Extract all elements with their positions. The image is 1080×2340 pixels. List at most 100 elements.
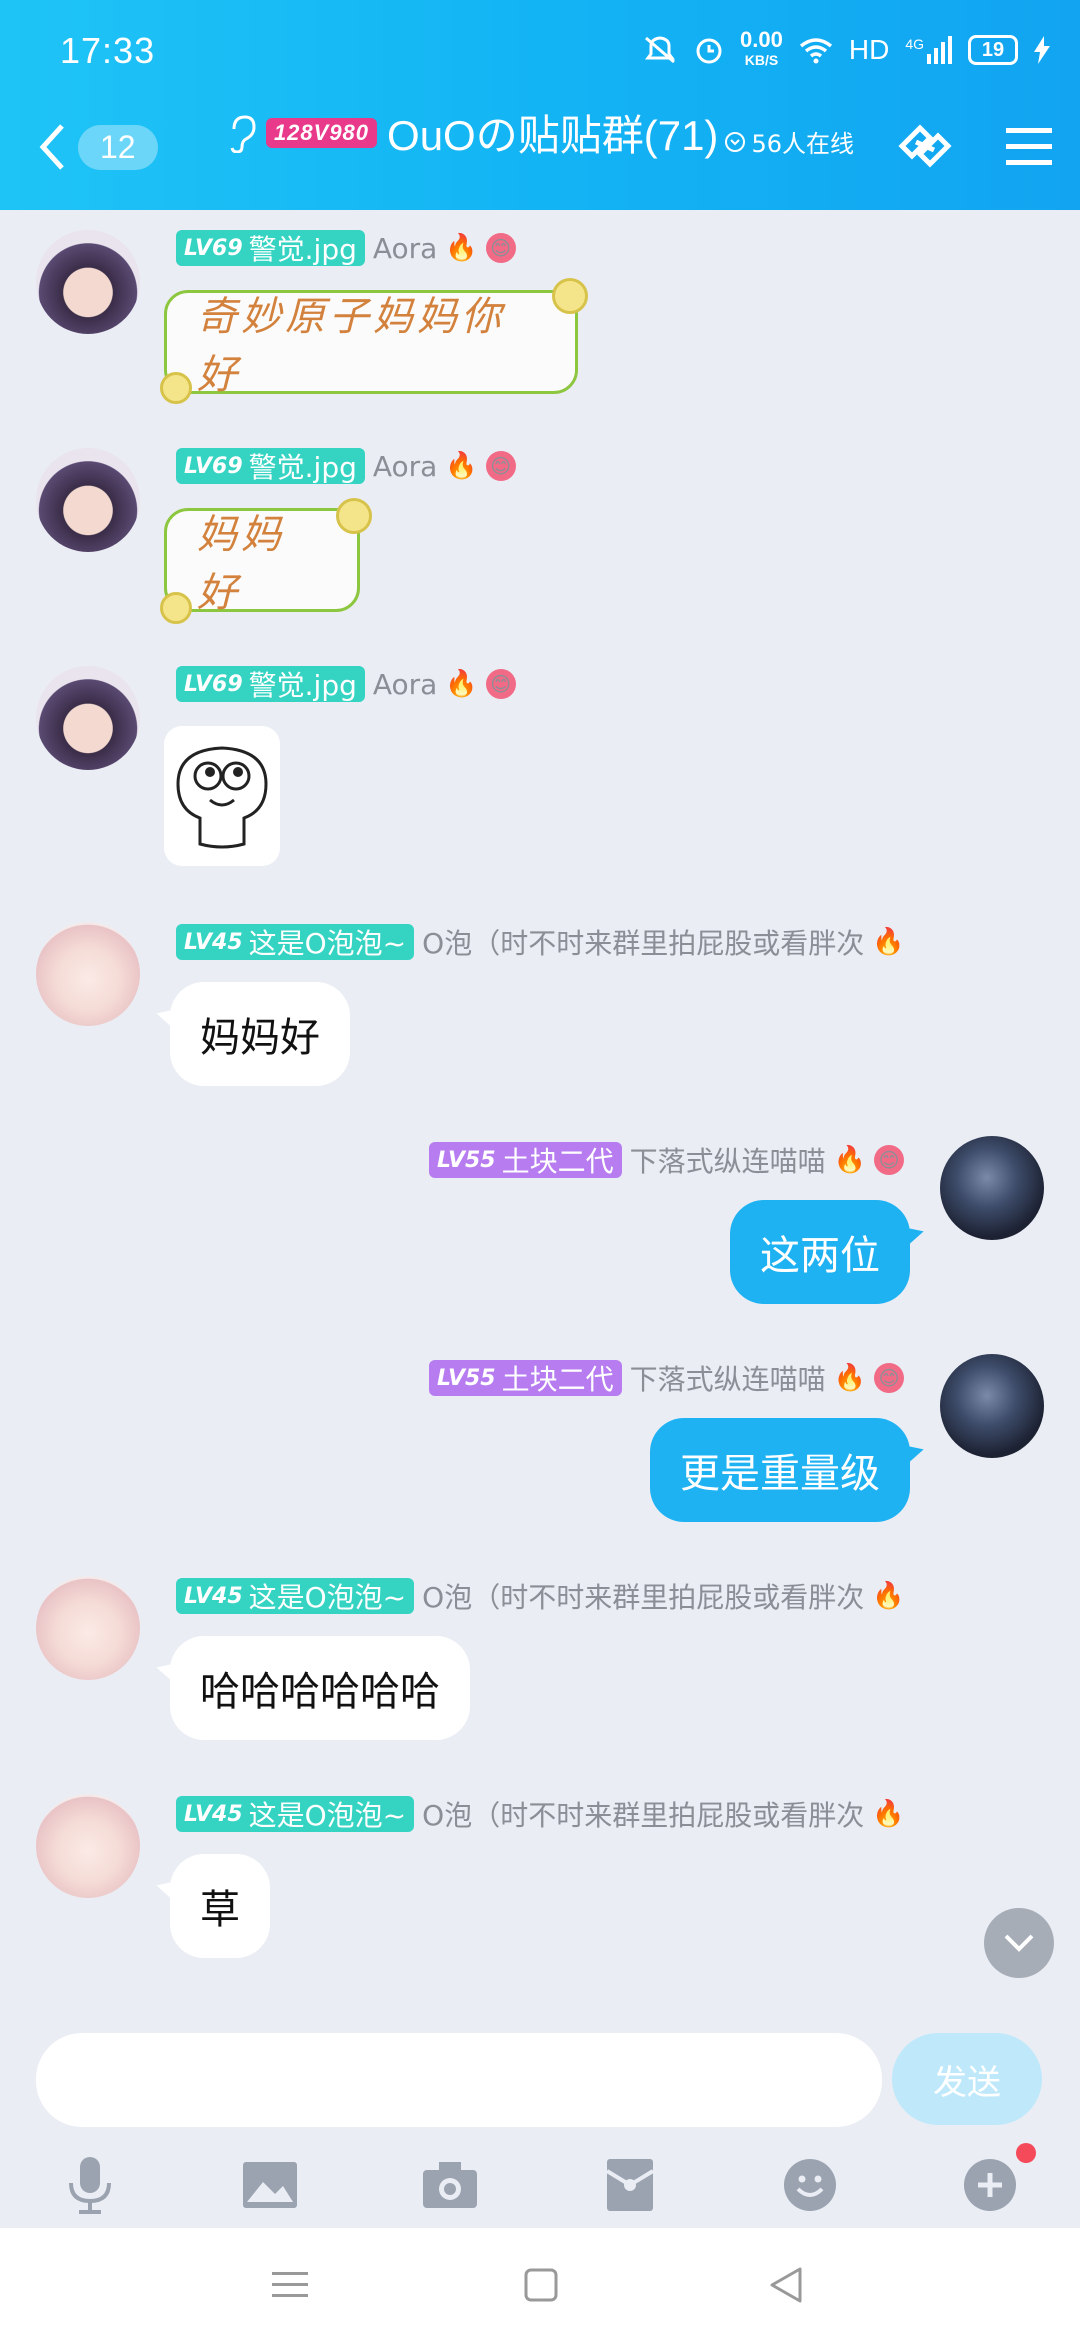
battery-icon: 19 (968, 35, 1018, 65)
flower-decoration-icon (336, 498, 372, 534)
fire-icon: 🔥 (872, 1799, 905, 1829)
level-badge: LV45 这是O泡泡~ (176, 1578, 415, 1614)
hd-indicator: HD (848, 34, 890, 65)
red-packet-icon (605, 2159, 655, 2211)
avatar[interactable] (36, 448, 140, 552)
microphone-icon (69, 2157, 111, 2214)
avatar[interactable] (940, 1136, 1044, 1240)
sender-name: O泡（时不时来群里拍屁股或看胖次 (422, 1581, 865, 1614)
game-link-icon[interactable] (894, 118, 956, 174)
sender-meta: LV69 警觉.jpg Aora 🔥 😊 (176, 448, 516, 484)
message-item: LV69 警觉.jpg Aora 🔥 😊 妈妈好 (0, 438, 1080, 628)
sender-name: O泡（时不时来群里拍屁股或看胖次 (422, 927, 865, 960)
sender-name: Aora (372, 667, 438, 701)
camera-button[interactable] (410, 2145, 490, 2225)
sender-name: Aora (372, 449, 438, 483)
avatar[interactable] (36, 922, 140, 1026)
avatar[interactable] (36, 1794, 140, 1898)
sender-name: 下落式纵连喵喵 (629, 1363, 826, 1396)
emoji-badge-icon: 😊 (485, 669, 516, 699)
wifi-icon (799, 38, 832, 64)
alarm-icon (696, 38, 722, 64)
message-input[interactable] (36, 2033, 882, 2127)
sender-name: Aora (372, 231, 438, 265)
avatar[interactable] (36, 230, 140, 334)
mute-vibrate-icon (645, 36, 676, 64)
nav-bar: 12 128V980 OuOの贴贴群(71) 56人在线 (0, 100, 1080, 210)
sender-meta: LV69 警觉.jpg Aora 🔥 😊 (176, 666, 516, 702)
flower-decoration-icon (160, 592, 192, 624)
emoji-badge-icon: 😊 (874, 1363, 904, 1393)
message-bubble[interactable]: 奇妙原子妈妈你好 (164, 290, 578, 398)
message-bubble[interactable]: 哈哈哈哈哈哈 (170, 1636, 470, 1740)
sender-meta: LV45 这是O泡泡~ O泡（时不时来群里拍屁股或看胖次 🔥 (176, 922, 905, 962)
sender-meta: LV45 这是O泡泡~ O泡（时不时来群里拍屁股或看胖次 🔥 (176, 1794, 905, 1834)
fire-icon: 🔥 (872, 927, 905, 957)
input-toolbar (0, 2143, 1080, 2225)
message-item-self: LV55 土块二代 下落式纵连喵喵 🔥 😊 更是重量级 (0, 1348, 1080, 1538)
image-icon (243, 2162, 297, 2208)
level-badge: LV45 这是O泡泡~ (176, 1796, 415, 1832)
level-badge: LV55 土块二代 (428, 1142, 622, 1178)
chat-header: 17:33 0.00 KB/S HD 4G 19 12 128V980 OuOの贴… (0, 0, 1080, 210)
avatar[interactable] (940, 1354, 1044, 1458)
sender-name: O泡（时不时来群里拍屁股或看胖次 (422, 1799, 865, 1832)
level-badge: LV69 警觉.jpg (176, 666, 365, 702)
system-navigation-bar (0, 2228, 1080, 2340)
recents-menu-icon[interactable] (272, 2270, 308, 2300)
fire-icon: 🔥 (445, 451, 478, 481)
more-button[interactable] (950, 2143, 1036, 2225)
header-actions (894, 118, 1052, 174)
fire-icon: 🔥 (833, 1363, 866, 1393)
status-time: 17:33 (60, 30, 156, 71)
sender-meta: LV45 这是O泡泡~ O泡（时不时来群里拍屁股或看胖次 🔥 (176, 1576, 905, 1616)
sender-meta: LV69 警觉.jpg Aora 🔥 😊 (176, 230, 516, 266)
level-badge: LV69 警觉.jpg (176, 230, 365, 266)
message-bubble[interactable]: 更是重量级 (650, 1418, 910, 1522)
home-square-icon[interactable] (524, 2268, 558, 2302)
group-tag: 128V980 (265, 117, 378, 148)
emoji-button[interactable] (770, 2145, 850, 2225)
voice-button[interactable] (50, 2145, 130, 2225)
emoji-badge-icon: 😊 (485, 451, 516, 481)
sender-meta: LV55 土块二代 下落式纵连喵喵 🔥 😊 (428, 1140, 904, 1180)
sticker-image[interactable] (164, 726, 280, 866)
fire-icon: 🔥 (833, 1145, 866, 1175)
sender-name: 下落式纵连喵喵 (629, 1145, 826, 1178)
image-button[interactable] (230, 2145, 310, 2225)
avatar[interactable] (36, 666, 140, 770)
fire-icon: 🔥 (872, 1581, 905, 1611)
chevron-circle-icon (724, 131, 745, 152)
message-item: LV45 这是O泡泡~ O泡（时不时来群里拍屁股或看胖次 🔥 妈妈好 (0, 912, 1080, 1102)
message-item: LV69 警觉.jpg Aora 🔥 😊 奇妙原子妈妈你好 (0, 220, 1080, 410)
emoji-icon (784, 2159, 836, 2211)
back-triangle-icon[interactable] (768, 2266, 804, 2304)
menu-icon[interactable] (1006, 126, 1052, 166)
signal-icon: 4G (905, 36, 952, 64)
message-bubble[interactable]: 这两位 (730, 1200, 910, 1304)
sticker-face-icon (176, 746, 268, 849)
ear-icon (230, 114, 256, 153)
message-item: LV45 这是O泡泡~ O泡（时不时来群里拍屁股或看胖次 🔥 草 (0, 1784, 1080, 1974)
notification-dot (1016, 2143, 1036, 2163)
online-count: 56人在线 (724, 124, 854, 159)
message-item: LV45 这是O泡泡~ O泡（时不时来群里拍屁股或看胖次 🔥 哈哈哈哈哈哈 (0, 1566, 1080, 1756)
level-badge: LV55 土块二代 (428, 1360, 622, 1396)
message-bubble[interactable]: 草 (170, 1854, 270, 1958)
level-badge: LV45 这是O泡泡~ (176, 924, 415, 960)
message-item: LV69 警觉.jpg Aora 🔥 😊 (0, 656, 1080, 886)
send-button[interactable]: 发送 (892, 2033, 1042, 2125)
message-bubble[interactable]: 妈妈好 (164, 508, 360, 616)
level-badge: LV69 警觉.jpg (176, 448, 365, 484)
message-bubble[interactable]: 妈妈好 (170, 982, 350, 1086)
status-bar: 17:33 0.00 KB/S HD 4G 19 (0, 0, 1080, 110)
camera-icon (423, 2162, 477, 2208)
scroll-to-bottom-button[interactable] (984, 1908, 1054, 1978)
fire-icon: 🔥 (445, 669, 478, 699)
avatar[interactable] (36, 1576, 140, 1680)
sender-meta: LV55 土块二代 下落式纵连喵喵 🔥 😊 (428, 1358, 904, 1398)
emoji-badge-icon: 😊 (874, 1145, 904, 1175)
flower-decoration-icon (160, 372, 192, 404)
group-title: OuOの贴贴群(71) (387, 112, 719, 159)
red-packet-button[interactable] (590, 2145, 670, 2225)
